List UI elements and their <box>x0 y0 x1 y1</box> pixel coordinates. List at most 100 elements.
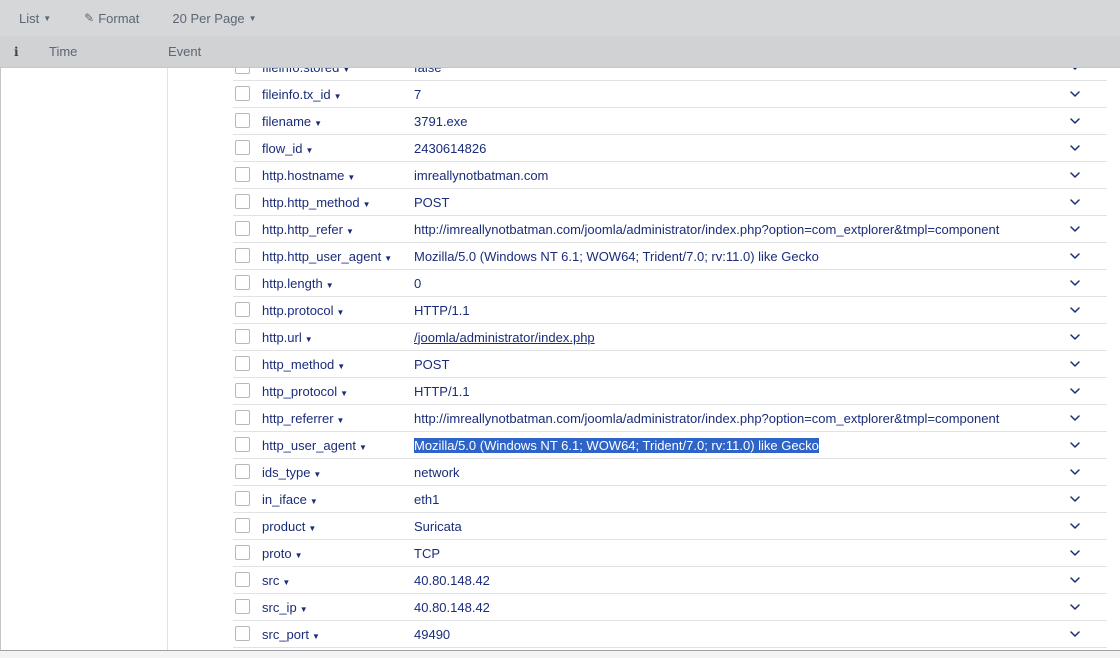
field-value[interactable]: 2430614826 <box>414 141 486 156</box>
chevron-down-icon[interactable] <box>1068 87 1082 101</box>
field-name-label: http.length <box>262 275 323 291</box>
field-value[interactable]: 3791.exe <box>414 114 468 129</box>
field-name-dropdown[interactable]: flow_id ▼ <box>262 141 313 156</box>
field-select-checkbox[interactable] <box>235 410 250 425</box>
field-select-checkbox[interactable] <box>235 248 250 263</box>
field-row: src_port ▼ 49490 <box>233 621 1107 648</box>
field-value[interactable]: HTTP/1.1 <box>414 303 470 318</box>
field-select-checkbox[interactable] <box>235 599 250 614</box>
field-row: http_user_agent ▼ Mozilla/5.0 (Windows NT … <box>233 432 1107 459</box>
field-value[interactable]: POST <box>414 357 449 372</box>
field-value[interactable]: false <box>414 68 441 75</box>
field-value[interactable]: 49490 <box>414 627 450 642</box>
field-name-dropdown[interactable]: http.length ▼ <box>262 276 334 291</box>
field-select-checkbox[interactable] <box>235 572 250 587</box>
field-name-dropdown[interactable]: proto ▼ <box>262 546 303 561</box>
chevron-down-icon[interactable] <box>1068 168 1082 182</box>
field-name-dropdown[interactable]: src_port ▼ <box>262 627 320 642</box>
field-select-checkbox[interactable] <box>235 545 250 560</box>
chevron-down-icon[interactable] <box>1068 68 1082 74</box>
field-name-dropdown[interactable]: http.url ▼ <box>262 330 313 345</box>
chevron-down-icon[interactable] <box>1068 357 1082 371</box>
format-button[interactable]: ✎ Format <box>84 11 139 26</box>
field-select-checkbox[interactable] <box>235 518 250 533</box>
field-value[interactable]: Suricata <box>414 519 462 534</box>
field-value[interactable]: TCP <box>414 546 440 561</box>
field-select-checkbox[interactable] <box>235 437 250 452</box>
field-value[interactable]: network <box>414 465 460 480</box>
chevron-down-icon[interactable] <box>1068 222 1082 236</box>
chevron-down-icon[interactable] <box>1068 249 1082 263</box>
event-column-header[interactable]: Event <box>168 44 201 59</box>
results-column-header: i Time Event <box>0 36 1120 68</box>
per-page-dropdown[interactable]: 20 Per Page ▼ <box>172 11 256 26</box>
field-name-dropdown[interactable]: http.protocol ▼ <box>262 303 344 318</box>
field-value[interactable]: HTTP/1.1 <box>414 384 470 399</box>
field-name-dropdown[interactable]: ids_type ▼ <box>262 465 321 480</box>
field-select-checkbox[interactable] <box>235 302 250 317</box>
field-select-checkbox[interactable] <box>235 329 250 344</box>
field-select-checkbox[interactable] <box>235 464 250 479</box>
field-select-checkbox[interactable] <box>235 221 250 236</box>
chevron-down-icon[interactable] <box>1068 519 1082 533</box>
field-select-checkbox[interactable] <box>235 86 250 101</box>
info-icon[interactable]: i <box>14 45 19 59</box>
field-value[interactable]: http://imreallynotbatman.com/joomla/admi… <box>414 411 999 426</box>
field-select-checkbox[interactable] <box>235 68 250 74</box>
field-value[interactable]: /joomla/administrator/index.php <box>414 330 595 345</box>
chevron-down-icon[interactable] <box>1068 627 1082 641</box>
field-name-dropdown[interactable]: http_referrer ▼ <box>262 411 344 426</box>
field-select-checkbox[interactable] <box>235 491 250 506</box>
chevron-down-icon[interactable] <box>1068 438 1082 452</box>
list-view-dropdown[interactable]: List ▼ <box>19 11 51 26</box>
field-value[interactable]: http://imreallynotbatman.com/joomla/admi… <box>414 222 999 237</box>
field-select-checkbox[interactable] <box>235 626 250 641</box>
field-select-checkbox[interactable] <box>235 167 250 182</box>
field-name-dropdown[interactable]: http.http_user_agent ▼ <box>262 249 392 264</box>
field-name-dropdown[interactable]: http_user_agent ▼ <box>262 438 367 453</box>
chevron-down-icon[interactable] <box>1068 330 1082 344</box>
field-value[interactable]: 40.80.148.42 <box>414 573 490 588</box>
field-name-dropdown[interactable]: http.http_refer ▼ <box>262 222 354 237</box>
field-value[interactable]: eth1 <box>414 492 439 507</box>
field-name-dropdown[interactable]: http_method ▼ <box>262 357 345 372</box>
field-select-checkbox[interactable] <box>235 383 250 398</box>
chevron-down-icon[interactable] <box>1068 411 1082 425</box>
field-value[interactable]: POST <box>414 195 449 210</box>
field-name-dropdown[interactable]: src_ip ▼ <box>262 600 308 615</box>
field-name-dropdown[interactable]: filename ▼ <box>262 114 322 129</box>
chevron-down-icon[interactable] <box>1068 384 1082 398</box>
field-value[interactable]: 40.80.148.42 <box>414 600 490 615</box>
chevron-down-icon[interactable] <box>1068 546 1082 560</box>
field-name-dropdown[interactable]: http_protocol ▼ <box>262 384 348 399</box>
caret-down-icon: ▼ <box>337 361 346 371</box>
time-column-header[interactable]: Time <box>49 44 77 59</box>
field-value[interactable]: 0 <box>414 276 421 291</box>
chevron-down-icon[interactable] <box>1068 114 1082 128</box>
field-name-dropdown[interactable]: fileinfo.stored▼ <box>262 68 350 75</box>
field-value[interactable]: imreallynotbatman.com <box>414 168 548 183</box>
chevron-down-icon[interactable] <box>1068 492 1082 506</box>
field-select-checkbox[interactable] <box>235 356 250 371</box>
chevron-down-icon[interactable] <box>1068 303 1082 317</box>
field-value[interactable]: 7 <box>414 87 421 102</box>
chevron-down-icon[interactable] <box>1068 573 1082 587</box>
chevron-down-icon[interactable] <box>1068 276 1082 290</box>
chevron-down-icon[interactable] <box>1068 195 1082 209</box>
field-select-checkbox[interactable] <box>235 194 250 209</box>
field-select-checkbox[interactable] <box>235 140 250 155</box>
chevron-down-icon[interactable] <box>1068 141 1082 155</box>
chevron-down-icon[interactable] <box>1068 465 1082 479</box>
field-name-dropdown[interactable]: in_iface ▼ <box>262 492 318 507</box>
field-value[interactable]: Mozilla/5.0 (Windows NT 6.1; WOW64; Trid… <box>414 249 819 264</box>
field-name-dropdown[interactable]: http.hostname ▼ <box>262 168 355 183</box>
chevron-down-icon[interactable] <box>1068 600 1082 614</box>
field-value[interactable]: Mozilla/5.0 (Windows NT 6.1; WOW64; Trid… <box>414 437 819 453</box>
field-name-dropdown[interactable]: fileinfo.tx_id ▼ <box>262 87 342 102</box>
field-name-dropdown[interactable]: src ▼ <box>262 573 290 588</box>
field-name-dropdown[interactable]: product ▼ <box>262 519 316 534</box>
field-select-checkbox[interactable] <box>235 275 250 290</box>
field-name-dropdown[interactable]: http.http_method ▼ <box>262 195 371 210</box>
next-event-strip <box>0 651 1120 658</box>
field-select-checkbox[interactable] <box>235 113 250 128</box>
